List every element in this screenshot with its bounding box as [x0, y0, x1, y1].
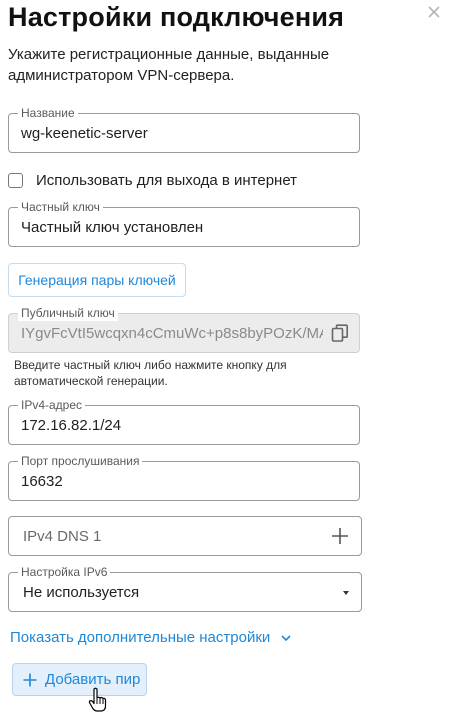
use-for-internet-checkbox[interactable]	[8, 172, 23, 188]
use-for-internet-label[interactable]: Использовать для выхода в интернет	[36, 172, 297, 189]
plus-icon	[23, 673, 37, 686]
generate-keypair-button[interactable]: Генерация пары ключей	[8, 263, 186, 297]
hand-pointer-cursor	[88, 687, 107, 712]
use-for-internet-row[interactable]: Использовать для выхода в интернет	[8, 171, 297, 189]
ipv6-setting-select[interactable]: Настройка IPv6 Не используется	[8, 564, 362, 612]
caret-down-icon[interactable]	[343, 591, 349, 595]
ipv4-dns-field[interactable]: IPv4 DNS 1	[8, 516, 362, 556]
dialog-title: Настройки подключения	[8, 2, 345, 32]
key-hint-text: Введите частный ключ либо нажмите кнопку…	[14, 358, 287, 388]
plus-icon[interactable]	[331, 527, 349, 545]
dialog-description: Укажите регистрационные данные, выданные…	[8, 46, 330, 84]
show-more-settings-link[interactable]: Показать дополнительные настройки	[10, 629, 292, 646]
chevron-down-icon[interactable]	[280, 634, 292, 642]
add-peer-button[interactable]: Добавить пир	[12, 663, 147, 696]
listen-port-value[interactable]: 16632	[21, 462, 347, 500]
copy-icon[interactable]	[331, 324, 349, 343]
ipv6-setting-value[interactable]: Не используется	[23, 573, 349, 611]
close-icon[interactable]	[424, 2, 444, 22]
private-key-value[interactable]: Частный ключ установлен	[21, 208, 347, 246]
public-key-value: IYgvFcVtI5wcqxn4cCmuWc+p8s8byPOzK/MAI67	[21, 324, 323, 342]
ipv4-address-field[interactable]: IPv4-адрес 172.16.82.1/24	[8, 397, 360, 445]
add-peer-label[interactable]: Добавить пир	[45, 671, 140, 688]
ipv4-dns-placeholder[interactable]: IPv4 DNS 1	[23, 517, 101, 555]
public-key-field: Публичный ключ IYgvFcVtI5wcqxn4cCmuWc+p8…	[8, 305, 360, 353]
show-more-settings-label[interactable]: Показать дополнительные настройки	[10, 629, 270, 646]
ipv4-address-value[interactable]: 172.16.82.1/24	[21, 406, 347, 444]
private-key-field[interactable]: Частный ключ Частный ключ установлен	[8, 199, 360, 247]
name-field-value[interactable]: wg-keenetic-server	[21, 114, 347, 152]
name-field[interactable]: Название wg-keenetic-server	[8, 105, 360, 153]
listen-port-field[interactable]: Порт прослушивания 16632	[8, 453, 360, 501]
